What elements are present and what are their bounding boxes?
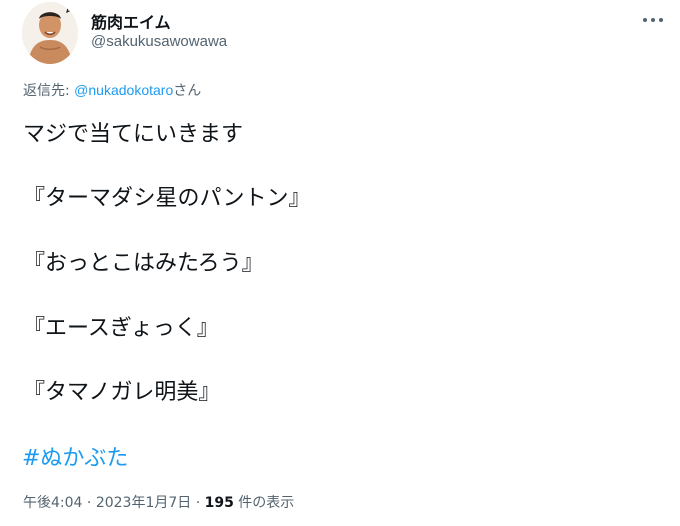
view-count-label: 件の表示 (233, 495, 295, 511)
avatar-image (22, 2, 78, 64)
meta-separator: · (191, 495, 205, 511)
reply-mention-link[interactable]: @nukadokotaro (74, 82, 173, 98)
reply-suffix: さん (173, 83, 202, 99)
tweet-time[interactable]: 午後4:04 (23, 495, 82, 511)
more-options-icon[interactable] (636, 10, 670, 30)
tweet-text-line: 『ターマダシ星のパントン』 (23, 186, 311, 211)
tweet-text-line: 『エースぎょっく』 (23, 316, 219, 341)
tweet-text-line: 『おっとこはみたろう』 (23, 251, 264, 276)
hashtag-link[interactable]: #ぬかぶた (22, 440, 128, 472)
avatar[interactable] (22, 2, 78, 64)
author-handle[interactable]: @sakukusawowawa (91, 33, 227, 50)
tweet-date[interactable]: 2023年1月7日 (96, 495, 191, 511)
tweet-meta: 午後4:04 · 2023年1月7日 · 195 件の表示 (23, 492, 294, 512)
tweet-header: 筋肉エイム @sakukusawowawa (0, 0, 680, 80)
tweet-text-line: 『タマノガレ明美』 (23, 380, 221, 405)
view-count: 195 (204, 495, 234, 511)
meta-separator: · (82, 495, 96, 511)
reply-to-line: 返信先: @nukadokotaroさん (23, 80, 201, 100)
tweet-text-line: マジで当てにいきます (23, 122, 244, 147)
author-name[interactable]: 筋肉エイム (91, 9, 171, 33)
reply-prefix: 返信先: (23, 83, 75, 99)
